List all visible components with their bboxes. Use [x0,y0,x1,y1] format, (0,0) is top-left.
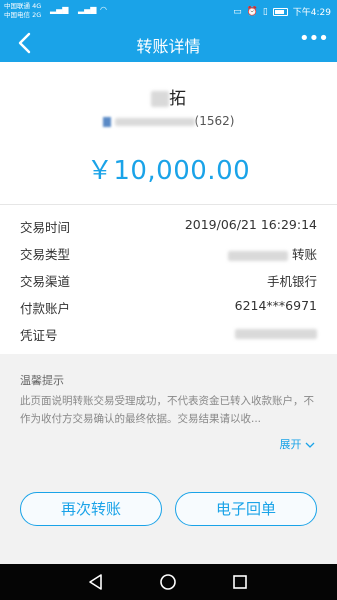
wifi-icon: ◠ [100,5,107,14]
signal-2-icon: ▂▄▆ [78,5,97,14]
detail-row-payer-account: 付款账户 6214***6971 [20,298,317,318]
nav-home-icon[interactable] [158,572,178,592]
detail-value: 6214***6971 [234,298,317,313]
detail-label: 凭证号 [20,328,58,343]
payee-name-visible: 拓 [169,89,186,109]
payee-name: 拓 [0,84,337,109]
expand-button[interactable]: 展开 [280,436,316,452]
vibrate-icon: ▯ [262,6,268,17]
detail-row-type: 交易类型 转账 [20,244,317,264]
divider [0,204,337,205]
account-suffix: (1562) [194,114,235,128]
detail-value: 手机银行 [266,274,317,289]
nav-back-icon[interactable] [86,572,106,592]
detail-label: 交易类型 [20,247,71,262]
page-title: 转账详情 [136,37,201,56]
transfer-amount: ￥10,000.00 [86,156,251,186]
alarm-icon: ⏰ [246,6,258,17]
detail-row-channel: 交易渠道 手机银行 [20,271,317,291]
detail-value: 2019/06/21 16:29:14 [184,217,317,232]
battery-icon [272,7,288,16]
expand-label: 展开 [279,438,302,451]
more-options-button[interactable]: ••• [299,30,329,54]
status-right: ▭ ⏰ ▯ 下午4:29 [233,5,331,19]
title-bar: 转账详情 ••• [0,24,337,62]
detail-row-time: 交易时间 2019/06/21 16:29:14 [20,217,317,237]
masked-type [227,250,288,261]
masked-account [114,117,195,126]
detail-row-voucher: 凭证号 [20,325,317,345]
tips-body: 此页面说明转账交易受理成功，不代表资金已转入收款账户，不作为收付方交易确认的最终… [20,395,314,425]
notification-icon: ▭ [233,6,242,17]
payee-account: (1562) [0,114,337,128]
bank-logo-icon [102,116,111,127]
carrier-2-network: 2G [32,11,42,19]
signal-icon: ▂▄▆ [50,5,69,14]
transfer-summary: 拓 (1562) ￥10,000.00 交易时间 2019/06/21 16:2… [0,62,337,354]
chevron-down-icon [305,442,315,448]
masked-voucher [235,325,317,340]
transfer-again-button[interactable]: 再次转账 [20,492,162,526]
detail-label: 交易渠道 [20,274,71,289]
carrier-info: 中国联通 4G 中国电信 2G [4,2,41,20]
detail-value: 转账 [291,247,317,262]
tips-section: 温馨提示 此页面说明转账交易受理成功，不代表资金已转入收款账户，不作为收付方交易… [0,354,337,464]
status-bar: 中国联通 4G 中国电信 2G ▂▄▆ ▂▄▆ ◠ ▭ ⏰ ▯ 下午4:29 [0,0,337,24]
masked-name [151,91,169,107]
carrier-1-network: 4G [32,2,42,10]
carrier-2-label: 中国电信 [4,11,30,19]
detail-label: 付款账户 [20,301,71,316]
nav-recents-icon[interactable] [230,572,250,592]
e-receipt-button[interactable]: 电子回单 [175,492,317,526]
carrier-1-label: 中国联通 [4,2,30,10]
tips-title: 温馨提示 [20,374,64,387]
detail-label: 交易时间 [20,220,71,235]
detail-value-wrap: 转账 [227,244,317,263]
system-nav-bar [0,564,337,600]
clock-time: 下午4:29 [292,8,331,18]
